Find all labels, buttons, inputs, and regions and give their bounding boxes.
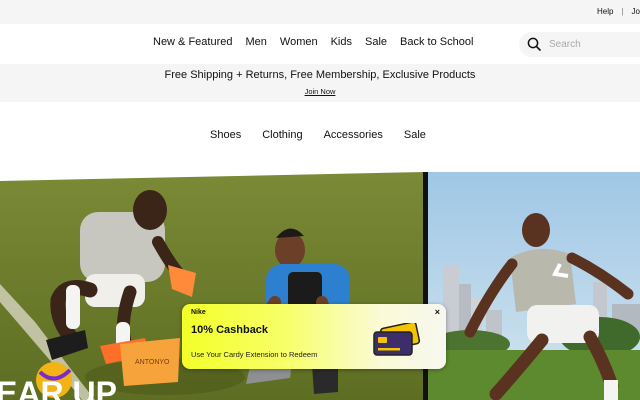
search-input[interactable] (549, 37, 634, 52)
credit-cards-icon (373, 323, 421, 356)
nav-item-new-featured[interactable]: New & Featured (153, 36, 232, 48)
category-sale[interactable]: Sale (404, 129, 426, 141)
search-icon[interactable] (527, 37, 541, 51)
nav-item-men[interactable]: Men (245, 36, 266, 48)
promo-banner: Free Shipping + Returns, Free Membership… (0, 64, 640, 102)
cashback-popup[interactable]: Nike × 10% Cashback Use Your Cardy Exten… (182, 304, 446, 369)
nav-item-sale[interactable]: Sale (365, 36, 387, 48)
close-icon[interactable]: × (435, 307, 440, 317)
category-clothing[interactable]: Clothing (262, 129, 302, 141)
popup-subtitle: Use Your Cardy Extension to Redeem (191, 350, 318, 359)
category-menu: Shoes Clothing Accessories Sale (210, 129, 447, 141)
category-accessories[interactable]: Accessories (324, 129, 383, 141)
utility-links: Help | Jo (597, 7, 640, 16)
help-link[interactable]: Help (597, 7, 613, 16)
popup-brand: Nike (191, 309, 206, 316)
promo-message: Free Shipping + Returns, Free Membership… (164, 69, 476, 81)
nav-item-kids[interactable]: Kids (331, 36, 352, 48)
utility-bar: Help | Jo (0, 0, 640, 24)
nav-item-back-to-school[interactable]: Back to School (400, 36, 473, 48)
join-us-link[interactable]: Jo (632, 7, 640, 16)
hero-headline: EAR UP (0, 375, 117, 400)
search-box[interactable] (519, 32, 640, 57)
popup-title: 10% Cashback (191, 324, 269, 336)
main-nav: New & Featured Men Women Kids Sale Back … (0, 24, 640, 64)
bag-print-text: ANTONYO (135, 359, 170, 366)
join-now-link[interactable]: Join Now (305, 87, 336, 96)
hero-right-photo (428, 172, 640, 400)
category-nav: Shoes Clothing Accessories Sale (0, 102, 640, 172)
category-shoes[interactable]: Shoes (210, 129, 241, 141)
utility-separator: | (621, 7, 624, 16)
nav-item-women[interactable]: Women (280, 36, 318, 48)
main-menu: New & Featured Men Women Kids Sale Back … (153, 36, 486, 48)
